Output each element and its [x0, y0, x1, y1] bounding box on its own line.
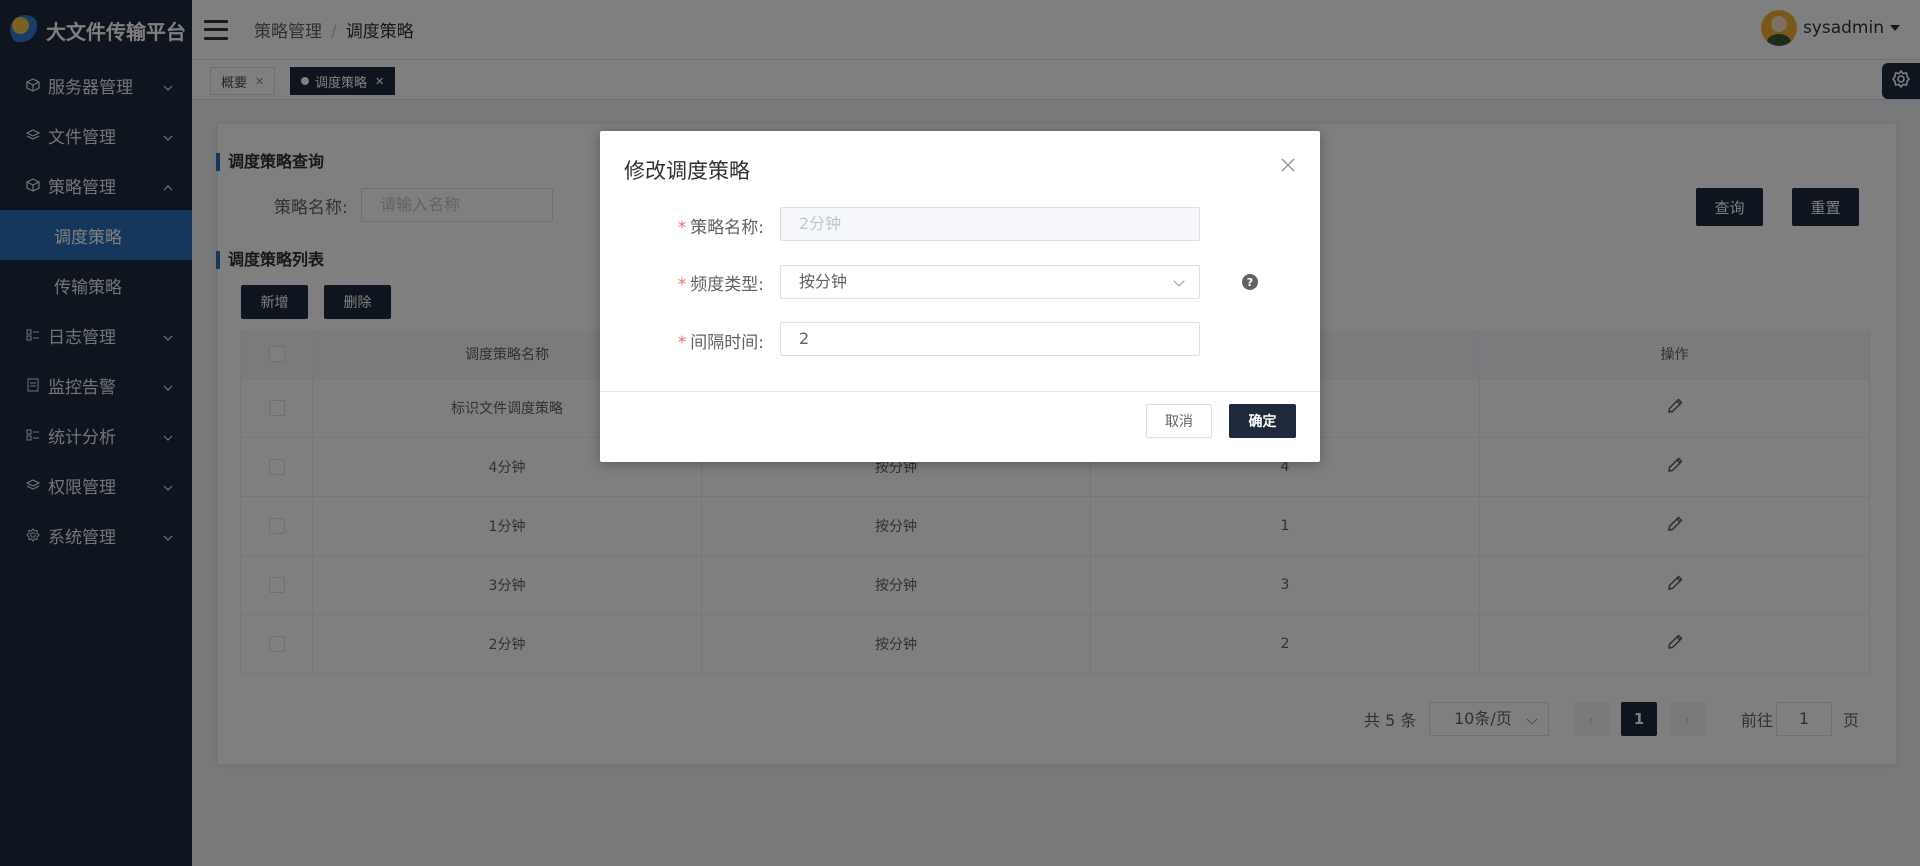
dialog-title: 修改调度策略 — [624, 159, 750, 183]
help-icon[interactable]: ? — [1242, 274, 1258, 290]
chevron-down-icon — [1173, 275, 1185, 287]
cancel-button[interactable]: 取消 — [1146, 404, 1212, 438]
required-mark: * — [677, 218, 687, 238]
required-mark: * — [677, 333, 687, 353]
strategy-name-input[interactable]: 2分钟 — [780, 207, 1200, 241]
interval-input[interactable]: 2 — [780, 322, 1200, 356]
edit-strategy-dialog: 修改调度策略 * 策略名称: 2分钟 * 频度类型: 按分钟 ? * 间隔时间: 2 … — [600, 131, 1320, 462]
strategy-name-label: * 策略名称: — [677, 218, 764, 238]
dialog-footer-divider — [600, 391, 1320, 392]
required-mark: * — [677, 275, 687, 295]
frequency-type-value: 按分钟 — [799, 272, 848, 291]
close-icon[interactable] — [1280, 157, 1296, 173]
frequency-type-label: * 频度类型: — [677, 275, 764, 295]
confirm-button[interactable]: 确定 — [1229, 404, 1296, 438]
frequency-type-select[interactable]: 按分钟 — [780, 265, 1200, 299]
interval-label: * 间隔时间: — [677, 333, 764, 353]
